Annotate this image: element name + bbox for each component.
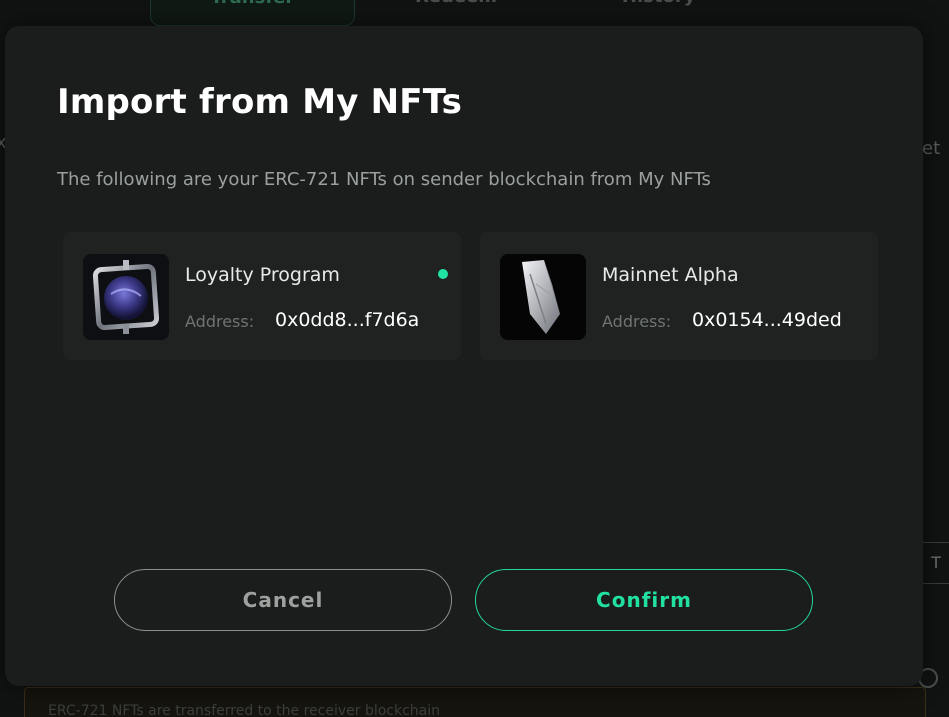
confirm-button[interactable]: Confirm — [475, 569, 813, 631]
address-value: 0x0dd8...f7d6a — [275, 309, 420, 331]
tab-redeem: Redeem — [355, 0, 558, 26]
background-tab-bar: Transfer Redeem History — [150, 0, 760, 26]
background-bottom-text: ERC-721 NFTs are transferred to the rece… — [48, 703, 441, 717]
modal-title: Import from My NFTs — [57, 82, 463, 122]
silver-shard-nft-icon — [500, 254, 586, 340]
background-right-text: et — [922, 138, 941, 159]
crystal-orb-nft-icon — [83, 254, 169, 340]
address-value: 0x0154...49ded — [692, 309, 842, 331]
cancel-button[interactable]: Cancel — [114, 569, 452, 631]
nft-card-loyalty-program[interactable]: Loyalty Program Address: 0x0dd8...f7d6a — [63, 232, 461, 360]
nft-name: Mainnet Alpha — [602, 264, 739, 286]
address-label: Address: — [185, 312, 255, 331]
import-nfts-modal: Import from My NFTs The following are yo… — [5, 26, 923, 686]
modal-description: The following are your ERC-721 NFTs on s… — [57, 169, 711, 190]
nft-card-mainnet-alpha[interactable]: Mainnet Alpha Address: 0x0154...49ded — [480, 232, 878, 360]
nft-name: Loyalty Program — [185, 264, 340, 286]
address-label: Address: — [602, 312, 672, 331]
tab-history: History — [557, 0, 760, 26]
selected-indicator-dot — [438, 269, 448, 279]
tab-transfer: Transfer — [150, 0, 355, 26]
